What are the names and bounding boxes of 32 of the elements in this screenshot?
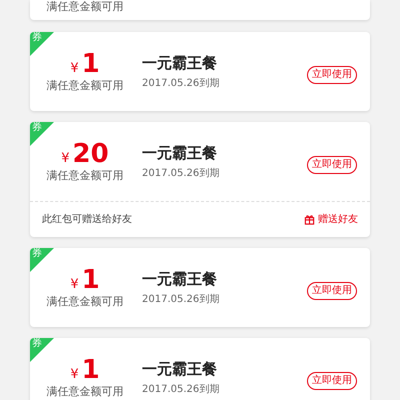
use-now-button[interactable]: 立即使用 [307,372,357,390]
expiry-date: 2017.05.26到期 [142,294,220,306]
coupon-amount: 1 [82,50,100,78]
currency-sign: ¥ [70,366,79,384]
currency-sign: ¥ [70,276,79,294]
currency-sign: ¥ [61,150,70,168]
coupon-condition: 满任意金额可用 [46,294,124,309]
currency-sign: ¥ [70,60,79,78]
coupon-condition: 满任意金额可用 [46,0,124,14]
coupon-amount: 20 [72,140,109,168]
tag-label: 券 [32,33,42,43]
coupon-condition: 满任意金额可用 [46,168,124,183]
gift-note: 此红包可赠送给好友 [42,212,132,227]
use-now-button[interactable]: 立即使用 [307,156,357,174]
tag-label: 券 [32,249,42,259]
coupon-condition: 满任意金额可用 [46,384,124,399]
coupon-amount: 1 [82,356,100,384]
expiry-date: 2017.05.26到期 [142,168,220,180]
tag-label: 券 [32,339,42,349]
use-now-button[interactable]: 立即使用 [307,282,357,300]
tag-label: 券 [32,123,42,133]
coupon-title: 一元霸王餐 [142,144,218,162]
coupon-title: 一元霸王餐 [142,54,218,72]
coupon-title: 一元霸王餐 [142,360,218,378]
use-now-button[interactable]: 立即使用 [307,66,357,84]
expiry-date: 2017.05.26到期 [142,384,220,396]
gift-icon [304,214,315,225]
gift-link[interactable]: 赠送好友 [304,212,358,227]
coupon-amount: 1 [82,266,100,294]
expiry-date: 2017.05.26到期 [142,78,220,90]
coupon-title: 一元霸王餐 [142,270,218,288]
coupon-condition: 满任意金额可用 [46,78,124,93]
